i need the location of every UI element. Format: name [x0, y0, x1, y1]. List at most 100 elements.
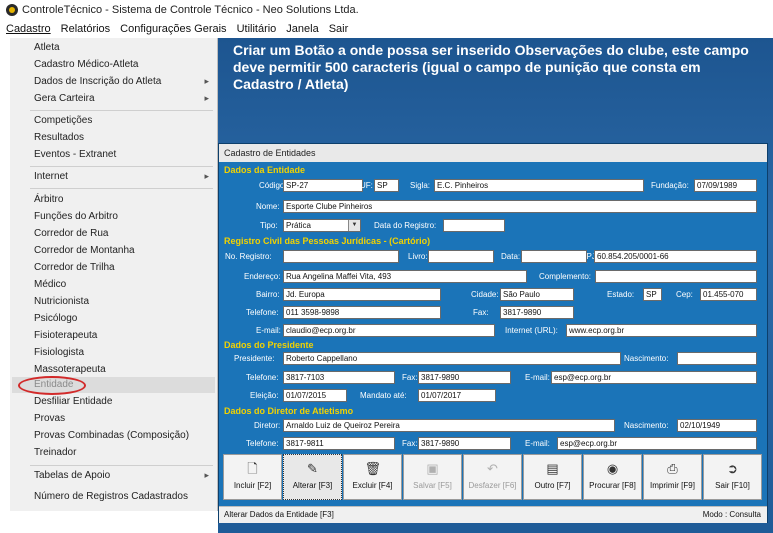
field-estado[interactable]: SP — [643, 288, 662, 301]
alterar-button[interactable]: ✎ Alterar [F3] — [283, 454, 342, 500]
field-mandato[interactable]: 01/07/2017 — [418, 389, 496, 402]
label-tipo: Tipo: — [260, 221, 278, 230]
status-mode: Modo : Consulta — [702, 510, 761, 519]
field-complemento[interactable] — [595, 270, 757, 283]
excluir-label: Excluir [F4] — [352, 481, 393, 490]
field-pres-email[interactable]: esp@ecp.org.br — [551, 371, 757, 384]
label-estado: Estado: — [607, 290, 635, 299]
menu-item-nutricionista[interactable]: Nutricionista — [34, 296, 89, 307]
field-endereco[interactable]: Rua Angelina Maffei Vita, 493 — [283, 270, 527, 283]
menu-item-dados-inscricao[interactable]: Dados de Inscrição do Atleta — [34, 76, 161, 87]
field-no-registro[interactable] — [283, 250, 399, 263]
menu-configuracoes-gerais[interactable]: Configurações Gerais — [120, 23, 226, 35]
menu-janela[interactable]: Janela — [286, 23, 318, 35]
menu-item-competicoes[interactable]: Competições — [34, 115, 92, 126]
field-dir-email[interactable]: esp@ecp.org.br — [557, 437, 757, 450]
field-dir-nascimento[interactable]: 02/10/1949 — [677, 419, 757, 432]
field-fundacao[interactable]: 07/09/1989 — [694, 179, 757, 192]
field-cnpj[interactable]: 60.854.205/0001-66 — [594, 250, 757, 263]
status-bar: Alterar Dados da Entidade [F3] Modo : Co… — [219, 506, 767, 523]
chevron-down-icon[interactable]: ▼ — [348, 220, 360, 231]
field-sigla[interactable]: E.C. Pinheiros — [434, 179, 644, 192]
menu-item-tabelas-apoio[interactable]: Tabelas de Apoio — [34, 470, 110, 481]
label-pres-telefone: Telefone: — [246, 373, 279, 382]
field-dir-telefone[interactable]: 3817-9811 — [283, 437, 395, 450]
new-document-icon: 🗋 — [247, 461, 258, 476]
menu-item-treinador[interactable]: Treinador — [34, 447, 76, 458]
menu-item-resultados[interactable]: Resultados — [34, 132, 84, 143]
outro-button[interactable]: ▤ Outro [F7] — [523, 454, 582, 500]
incluir-button[interactable]: 🗋 Incluir [F2] — [223, 454, 282, 500]
field-telefone[interactable]: 011 3598-9898 — [283, 306, 441, 319]
imprimir-button[interactable]: ⎙ Imprimir [F9] — [643, 454, 702, 500]
annotation-note: Criar um Botão a onde possa ser inserido… — [233, 42, 749, 92]
desfazer-button[interactable]: ↶ Desfazer [F6] — [463, 454, 522, 500]
excluir-button[interactable]: 🗑 Excluir [F4] — [343, 454, 402, 500]
form-title: Cadastro de Entidades — [219, 144, 767, 162]
menu-item-cadastro-medico-atleta[interactable]: Cadastro Médico-Atleta — [34, 59, 139, 70]
menu-separator — [30, 166, 213, 167]
label-nome: Nome: — [256, 202, 280, 211]
menu-item-provas[interactable]: Provas — [34, 413, 65, 424]
tipo-select[interactable]: Prática ▼ — [283, 219, 361, 232]
menu-item-fisioterapeuta[interactable]: Fisioterapeuta — [34, 330, 97, 341]
menu-item-arbitro[interactable]: Árbitro — [34, 194, 63, 205]
menu-item-funcoes-arbitro[interactable]: Funções do Arbitro — [34, 211, 118, 222]
salvar-button[interactable]: ▣ Salvar [F5] — [403, 454, 462, 500]
menu-separator — [30, 188, 213, 189]
label-fundacao: Fundação: — [651, 181, 689, 190]
menu-relatorios[interactable]: Relatórios — [61, 23, 111, 35]
menu-item-gera-carteira[interactable]: Gera Carteira — [34, 93, 95, 104]
field-nome[interactable]: Esporte Clube Pinheiros — [283, 200, 757, 213]
exit-door-icon: ➲ — [727, 461, 738, 476]
label-email: E-mail: — [256, 326, 281, 335]
menu-item-medico[interactable]: Médico — [34, 279, 66, 290]
window-title: ControleTécnico - Sistema de Controle Té… — [22, 4, 359, 16]
menu-bar: Cadastro Relatórios Configurações Gerais… — [0, 20, 773, 38]
field-uf[interactable]: SP — [374, 179, 399, 192]
menu-sair[interactable]: Sair — [329, 23, 349, 35]
menu-item-massoterapeuta[interactable]: Massoterapeuta — [34, 364, 106, 375]
procurar-button[interactable]: ◉ Procurar [F8] — [583, 454, 642, 500]
menu-item-corredor-rua[interactable]: Corredor de Rua — [34, 228, 108, 239]
label-telefone: Telefone: — [246, 308, 279, 317]
label-pres-nascimento: Nascimento: — [624, 354, 669, 363]
menu-cadastro[interactable]: Cadastro — [6, 23, 51, 35]
menu-item-fisiologista[interactable]: Fisiologista — [34, 347, 84, 358]
field-cep[interactable]: 01.455-070 — [700, 288, 757, 301]
field-dir-fax[interactable]: 3817-9890 — [418, 437, 511, 450]
field-pres-fax[interactable]: 3817-9890 — [418, 371, 511, 384]
field-email[interactable]: claudio@ecp.org.br — [283, 324, 495, 337]
menu-item-desfiliar-entidade[interactable]: Desfiliar Entidade — [34, 396, 112, 407]
window-title-bar: ControleTécnico - Sistema de Controle Té… — [0, 0, 773, 20]
menu-item-psicologo[interactable]: Psicólogo — [34, 313, 77, 324]
field-pres-telefone[interactable]: 3817-7103 — [283, 371, 395, 384]
field-codigo[interactable]: SP-27 — [283, 179, 363, 192]
label-mandato: Mandato até: — [360, 391, 407, 400]
menu-item-internet[interactable]: Internet — [34, 171, 68, 182]
field-pres-nascimento[interactable] — [677, 352, 757, 365]
menu-item-corredor-trilha[interactable]: Corredor de Trilha — [34, 262, 115, 273]
field-eleicao[interactable]: 01/07/2015 — [283, 389, 347, 402]
submenu-arrow-icon: ▸ — [204, 470, 209, 480]
undo-icon: ↶ — [487, 461, 498, 476]
field-bairro[interactable]: Jd. Europa — [283, 288, 441, 301]
menu-item-atleta[interactable]: Atleta — [34, 42, 60, 53]
field-fax[interactable]: 3817-9890 — [500, 306, 574, 319]
menu-item-eventos-extranet[interactable]: Eventos - Extranet — [34, 149, 116, 160]
menu-item-corredor-montanha[interactable]: Corredor de Montanha — [34, 245, 135, 256]
label-dir-email: E-mail: — [525, 439, 550, 448]
field-cidade[interactable]: São Paulo — [500, 288, 574, 301]
field-presidente[interactable]: Roberto Cappellano — [283, 352, 621, 365]
field-internet[interactable]: www.ecp.org.br — [566, 324, 757, 337]
field-diretor[interactable]: Arnaldo Luiz de Queiroz Pereira — [283, 419, 615, 432]
label-internet: Internet (URL): — [505, 326, 558, 335]
menu-item-provas-combinadas[interactable]: Provas Combinadas (Composição) — [34, 430, 189, 441]
label-cidade: Cidade: — [471, 290, 499, 299]
menu-utilitario[interactable]: Utilitário — [237, 23, 277, 35]
field-data-registro[interactable] — [443, 219, 505, 232]
field-livro[interactable] — [428, 250, 494, 263]
sair-button[interactable]: ➲ Sair [F10] — [703, 454, 762, 500]
section-dados-entidade: Dados da Entidade — [224, 165, 306, 175]
menu-item-numero-registros[interactable]: Número de Registros Cadastrados — [34, 491, 188, 502]
